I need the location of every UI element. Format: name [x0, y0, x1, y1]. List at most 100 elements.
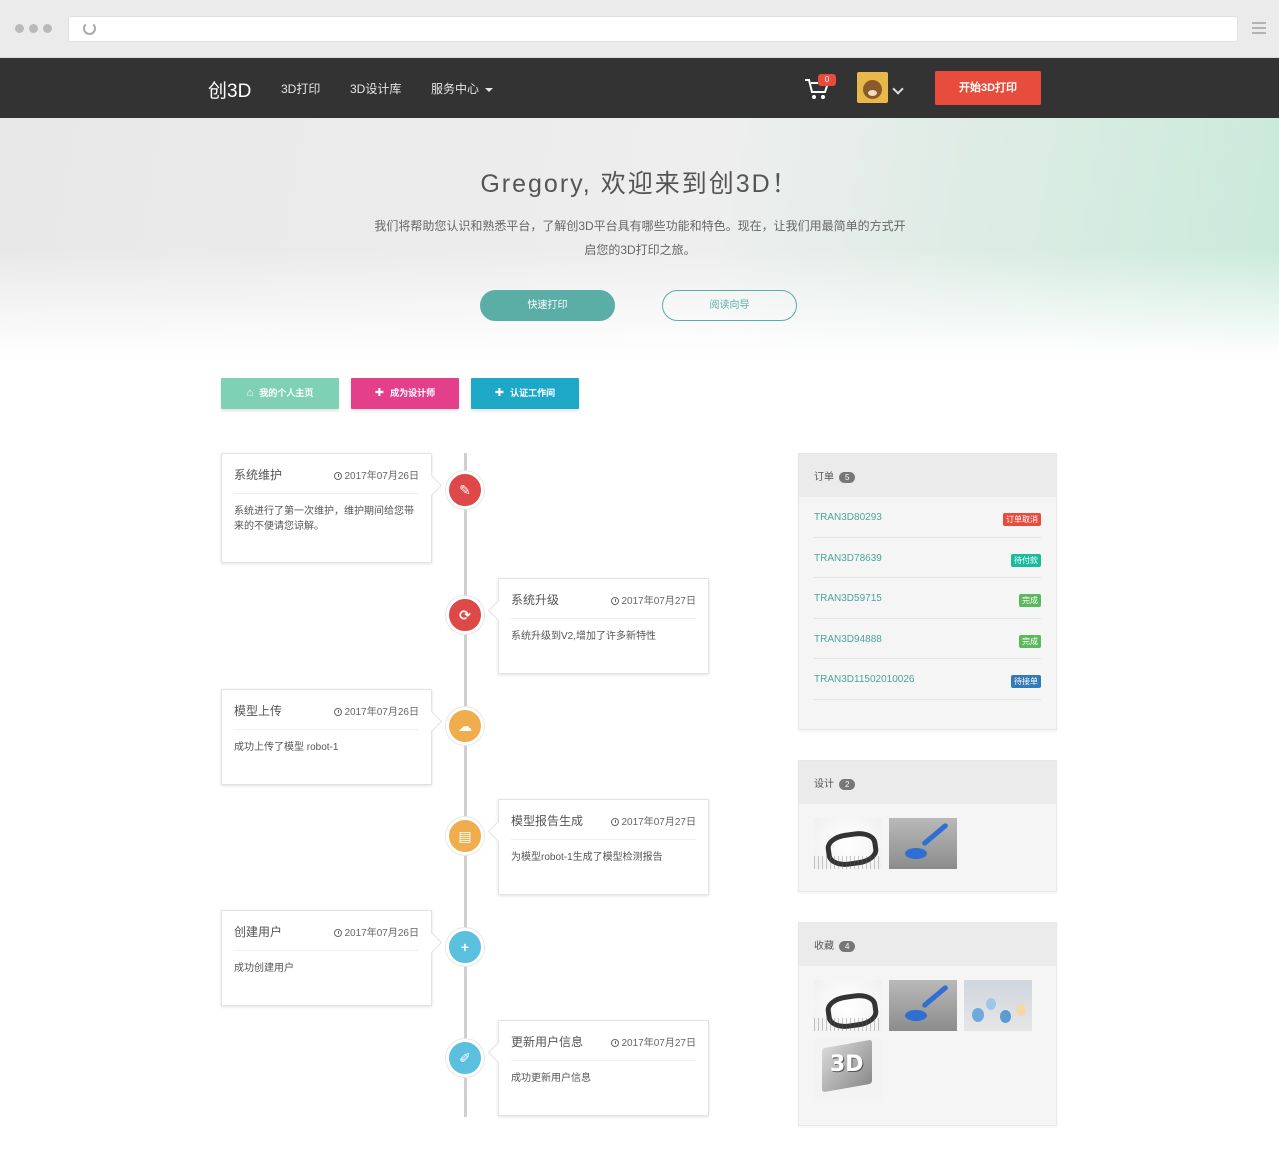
timeline-date: 2017年07月27日 [610, 1034, 697, 1049]
date-text: 2017年07月27日 [621, 1038, 697, 1049]
certify-studio-button[interactable]: ✚ 认证工作间 [471, 378, 579, 409]
status-badge: 待付款 [1011, 553, 1041, 567]
welcome-title: Gregory, 欢迎来到创3D！ [480, 170, 799, 198]
timeline-body: 为模型robot-1生成了模型检测报告 [511, 852, 663, 863]
timeline-card: 系统维护 2017年07月26日 系统进行了第一次维护，维护期间给您带来的不便请您… [221, 453, 432, 563]
orders-panel: 订单 5 TRAN3D80293 订单取消 TRAN3D78639 待付款 TRA… [798, 453, 1057, 730]
timeline-title: 模型上传 [234, 704, 283, 718]
status-badge: 订单取消 [1003, 513, 1041, 526]
clock-icon [333, 708, 342, 716]
window-dot[interactable] [43, 24, 52, 33]
favorite-thumbnail[interactable] [964, 980, 1032, 1031]
welcome-hero: Gregory, 欢迎来到创3D！ 我们将帮助您认识和熟悉平台，了解创3D平台具… [0, 118, 1279, 358]
browser-menu-icon[interactable] [1252, 22, 1266, 37]
status-badge: 完成 [1019, 594, 1041, 607]
refresh-icon: ⟳ [446, 596, 484, 634]
window-dot[interactable] [15, 24, 24, 33]
timeline-body: 成功上传了模型 robot-1 [234, 742, 339, 753]
order-row: TRAN3D80293 订单取消 [814, 497, 1041, 538]
design-thumbnails [799, 804, 1056, 883]
nav-item-3d-print[interactable]: 3D打印 [281, 80, 320, 97]
plus-icon: ✚ [374, 387, 385, 399]
timeline-body: 系统进行了第一次维护，维护期间给您带来的不便请您谅解。 [234, 506, 414, 532]
button-label: 成为设计师 [390, 388, 436, 398]
date-text: 2017年07月26日 [344, 471, 420, 482]
order-row: TRAN3D94888 完成 [814, 619, 1041, 659]
design-thumbnail[interactable] [814, 818, 882, 869]
timeline-title: 系统维护 [234, 468, 283, 482]
bear-snout [868, 90, 877, 96]
date-text: 2017年07月26日 [344, 928, 420, 939]
home-icon: ⌂ [246, 387, 254, 399]
designs-panel: 设计 2 [798, 760, 1057, 892]
edit-icon: ✐ [446, 1039, 484, 1077]
wrench-icon: ✎ [446, 471, 484, 509]
button-label: 我的个人主页 [259, 388, 314, 398]
my-homepage-button[interactable]: ⌂ 我的个人主页 [221, 378, 339, 409]
clock-icon [333, 929, 342, 937]
date-text: 2017年07月26日 [344, 707, 420, 718]
timeline-date: 2017年07月26日 [333, 924, 420, 939]
welcome-description: 我们将帮助您认识和熟悉平台，了解创3D平台具有哪些功能和特色。现在，让我们用最简… [360, 214, 920, 262]
panel-header: 订单 5 [799, 454, 1056, 497]
cart-count-badge: 0 [818, 74, 836, 86]
timeline-card: 模型报告生成 2017年07月27日 为模型robot-1生成了模型检测报告 [498, 799, 709, 895]
cloud-upload-icon: ☁ [446, 707, 484, 745]
order-row: TRAN3D78639 待付款 [814, 538, 1041, 578]
timeline-title: 系统升级 [511, 593, 560, 607]
plus-icon: ✚ [494, 387, 505, 399]
reload-icon[interactable] [83, 22, 96, 35]
timeline-card: 更新用户信息 2017年07月27日 成功更新用户信息 [498, 1020, 709, 1116]
design-thumbnail[interactable] [889, 818, 957, 869]
timeline-title: 创建用户 [234, 925, 283, 939]
favorites-panel: 收藏 4 3D [798, 922, 1057, 1126]
timeline-body: 成功创建用户 [234, 963, 294, 974]
report-icon: ▤ [446, 817, 484, 855]
timeline-body: 系统升级到V2,增加了许多新特性 [511, 631, 657, 642]
nav-item-service-center[interactable]: 服务中心 [431, 80, 494, 97]
cube-logo: 3D [830, 1052, 864, 1077]
window-dot[interactable] [29, 24, 38, 33]
order-link[interactable]: TRAN3D78639 [814, 553, 882, 564]
timeline-date: 2017年07月27日 [610, 813, 696, 828]
date-text: 2017年07月27日 [621, 596, 697, 607]
clock-icon [610, 1039, 619, 1047]
clock-icon [333, 472, 342, 480]
order-link[interactable]: TRAN3D59715 [814, 593, 882, 604]
count-badge: 2 [839, 779, 856, 790]
caret-down-icon [485, 87, 494, 92]
order-row: TRAN3D59715 完成 [814, 578, 1041, 619]
count-badge: 5 [839, 472, 856, 483]
window-controls [15, 24, 52, 33]
order-link[interactable]: TRAN3D80293 [814, 512, 882, 523]
favorite-thumbnails: 3D [799, 966, 1056, 1114]
panel-title: 收藏 [814, 941, 834, 952]
clock-icon [610, 818, 619, 826]
chevron-down-icon[interactable] [892, 83, 904, 95]
timeline-card: 模型上传 2017年07月26日 成功上传了模型 robot-1 [221, 689, 432, 785]
brand-logo[interactable]: 创3D [208, 76, 251, 103]
timeline-title: 模型报告生成 [511, 814, 584, 828]
plus-icon: + [446, 928, 484, 966]
address-bar[interactable] [68, 16, 1238, 42]
status-badge: 完成 [1019, 634, 1041, 648]
clock-icon [610, 597, 619, 605]
favorite-thumbnail[interactable] [814, 980, 882, 1031]
top-navbar: 创3D 3D打印 3D设计库 服务中心 0 开始3D打印 [0, 58, 1279, 118]
avatar[interactable] [857, 72, 888, 103]
browser-chrome [0, 0, 1279, 58]
timeline-date: 2017年07月26日 [333, 703, 420, 718]
button-label: 认证工作间 [510, 388, 556, 398]
favorite-thumbnail[interactable] [889, 980, 957, 1031]
timeline-body: 成功更新用户信息 [511, 1073, 591, 1084]
order-link[interactable]: TRAN3D11502010026 [814, 674, 914, 685]
nav-item-design-library[interactable]: 3D设计库 [350, 80, 401, 97]
timeline-date: 2017年07月27日 [610, 592, 697, 607]
become-designer-button[interactable]: ✚ 成为设计师 [351, 378, 459, 409]
status-badge: 待接单 [1011, 675, 1041, 688]
favorite-thumbnail[interactable]: 3D [814, 1038, 882, 1100]
quick-print-button[interactable]: 快速打印 [480, 290, 615, 321]
order-link[interactable]: TRAN3D94888 [814, 634, 882, 645]
read-guide-button[interactable]: 阅读向导 [662, 290, 797, 321]
start-3d-print-button[interactable]: 开始3D打印 [935, 71, 1041, 105]
